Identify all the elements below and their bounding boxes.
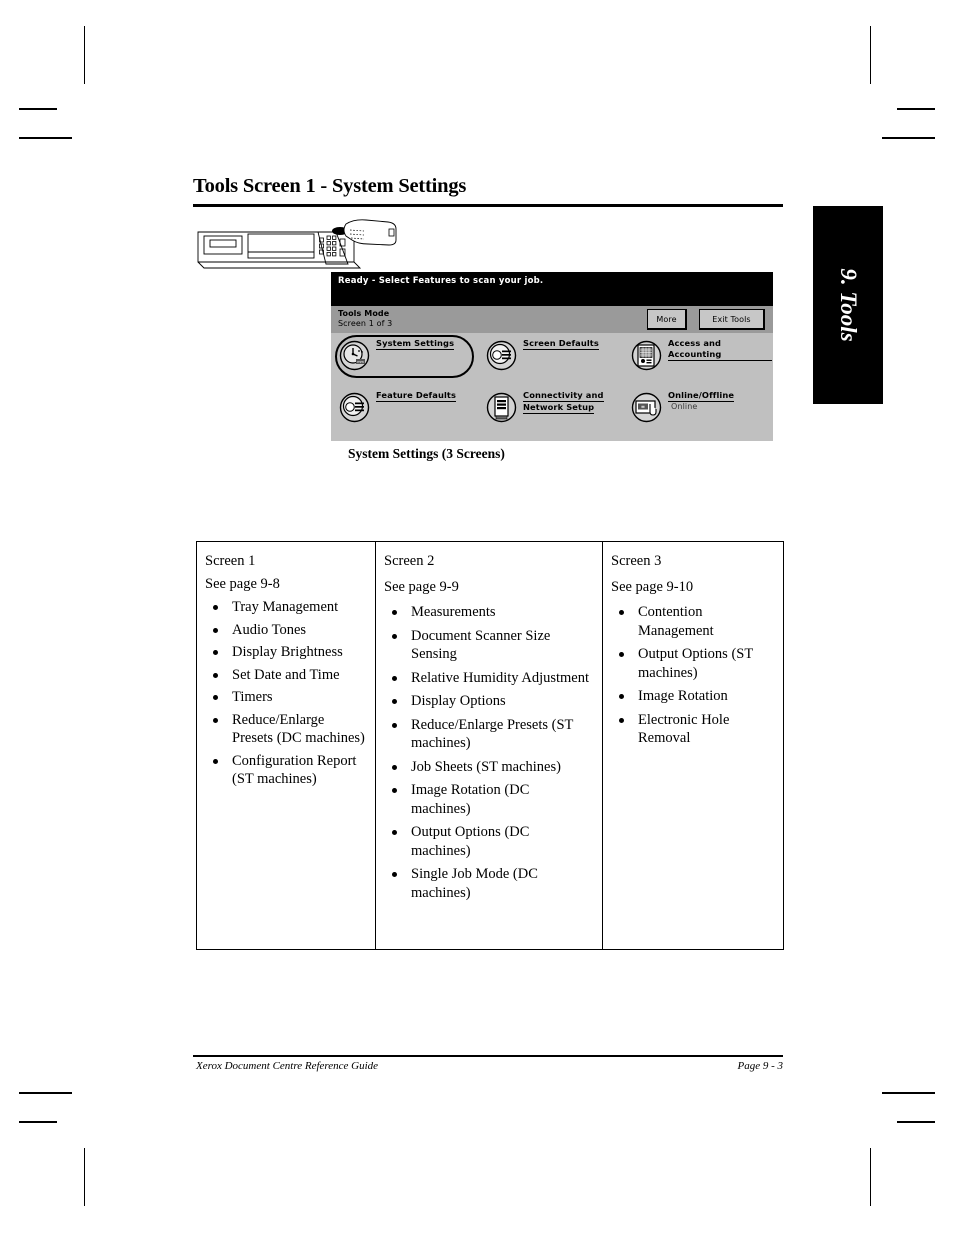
feature-label: System Settings	[376, 338, 455, 350]
crop-mark-bottom-right-lower	[897, 1121, 935, 1123]
list-item: Reduce/Enlarge Presets (DC machines)	[205, 711, 365, 748]
crop-mark-left-upper	[19, 108, 57, 110]
table-column-screen-1: Screen 1 See page 9-8 Tray Management Au…	[197, 542, 375, 949]
list-item: Display Brightness	[205, 643, 365, 662]
crop-mark-right-lower	[882, 137, 935, 139]
exit-tools-button[interactable]: Exit Tools	[699, 309, 765, 330]
crop-mark-left-lower	[19, 137, 72, 139]
crop-mark-bottom-left	[84, 1148, 85, 1206]
footer-page-number: Page 9 - 3	[737, 1060, 783, 1072]
crop-mark-bottom-left-upper	[19, 1092, 72, 1094]
list-item: Contention Management	[611, 603, 775, 640]
keypad-grid-icon	[631, 340, 662, 371]
page-title: Tools Screen 1 - System Settings	[193, 175, 467, 197]
column-see-page: See page 9-10	[611, 579, 694, 595]
table-column-screen-2: Screen 2 See page 9-9 Measurements Docum…	[375, 542, 602, 949]
feature-list: Tray Management Audio Tones Display Brig…	[205, 598, 365, 789]
list-item: Set Date and Time	[205, 666, 365, 685]
figure-caption: System Settings (3 Screens)	[348, 446, 505, 461]
feature-button-feature-defaults[interactable]: Feature Defaults	[333, 386, 480, 432]
svg-text:≡: ≡	[641, 405, 645, 411]
chapter-side-tab-label: 9. Tools	[836, 268, 861, 342]
svg-text:mm: mm	[357, 360, 364, 364]
list-item: Single Job Mode (DC machines)	[384, 865, 592, 902]
copier-control-panel-illustration	[196, 218, 408, 270]
crop-mark-bottom-left-lower	[19, 1121, 57, 1123]
feature-button-online-offline[interactable]: ≡ Online/Offline Online	[625, 386, 772, 432]
list-item: Image Rotation (DC machines)	[384, 781, 592, 818]
screen-list-icon	[486, 340, 517, 371]
feature-button-screen-defaults[interactable]: Screen Defaults	[480, 334, 627, 380]
column-see-page: See page 9-9	[384, 579, 459, 595]
crop-mark-top-right	[870, 26, 871, 84]
column-see-page: See page 9-8	[205, 576, 280, 592]
device-touchscreen-panel: Ready - Select Features to scan your job…	[331, 272, 773, 441]
crop-mark-top-left	[84, 26, 85, 84]
screen-counter: Screen 1 of 3	[338, 319, 393, 328]
tools-mode-title: Tools Mode	[338, 309, 390, 318]
list-item: Configuration Report (ST machines)	[205, 752, 365, 789]
list-item: Audio Tones	[205, 621, 365, 640]
list-item: Output Options (ST machines)	[611, 645, 775, 682]
column-header: Screen 3	[611, 553, 662, 569]
feature-list: Measurements Document Scanner Size Sensi…	[384, 603, 592, 902]
table-column-screen-3: Screen 3 See page 9-10 Contention Manage…	[602, 542, 785, 949]
document-page: Tools Screen 1 - System Settings 9. Tool…	[0, 0, 954, 1235]
list-item: Output Options (DC machines)	[384, 823, 592, 860]
chapter-side-tab: 9. Tools	[813, 206, 883, 404]
feature-button-grid: mm System Settings Screen Defaults Acces…	[331, 332, 773, 441]
screens-summary-table: Screen 1 See page 9-8 Tray Management Au…	[196, 541, 784, 950]
column-header: Screen 2	[384, 553, 435, 569]
feature-list: Contention Management Output Options (ST…	[611, 603, 775, 748]
title-rule	[193, 204, 783, 207]
feature-label: Screen Defaults	[523, 338, 599, 350]
feature-label: Online/Offline	[668, 390, 735, 402]
status-message-bar: Ready - Select Features to scan your job…	[331, 272, 773, 305]
list-item: Document Scanner Size Sensing	[384, 627, 592, 664]
feature-button-system-settings[interactable]: mm System Settings	[333, 334, 480, 380]
footer-guide-title: Xerox Document Centre Reference Guide	[196, 1060, 379, 1072]
list-item: Relative Humidity Adjustment	[384, 669, 592, 688]
crop-mark-right-upper	[897, 108, 935, 110]
column-header: Screen 1	[205, 553, 256, 569]
network-server-icon	[486, 392, 517, 423]
online-status-value: Online	[671, 402, 698, 411]
list-item: Timers	[205, 688, 365, 707]
tools-mode-bar: Tools Mode Screen 1 of 3 More Exit Tools	[331, 305, 773, 333]
list-item: Image Rotation	[611, 687, 775, 706]
feature-button-connectivity-and-network-setup[interactable]: Connectivity and Network Setup	[480, 386, 627, 432]
feature-label: Access and Accounting	[668, 338, 772, 361]
list-item: Reduce/Enlarge Presets (ST machines)	[384, 716, 592, 753]
crop-mark-bottom-right-upper	[882, 1092, 935, 1094]
feature-label: Feature Defaults	[376, 390, 457, 402]
list-item: Electronic Hole Removal	[611, 711, 775, 748]
list-item: Display Options	[384, 692, 592, 711]
more-button[interactable]: More	[647, 309, 687, 330]
screen-list-icon	[339, 392, 370, 423]
footer-rule	[193, 1055, 783, 1057]
feature-label: Connectivity and Network Setup	[523, 390, 604, 414]
clock-icon: mm	[339, 340, 370, 371]
online-hand-icon: ≡	[631, 392, 662, 423]
list-item: Tray Management	[205, 598, 365, 617]
feature-button-access-and-accounting[interactable]: Access and Accounting	[625, 334, 772, 380]
crop-mark-bottom-right	[870, 1148, 871, 1206]
list-item: Job Sheets (ST machines)	[384, 758, 592, 777]
list-item: Measurements	[384, 603, 592, 622]
